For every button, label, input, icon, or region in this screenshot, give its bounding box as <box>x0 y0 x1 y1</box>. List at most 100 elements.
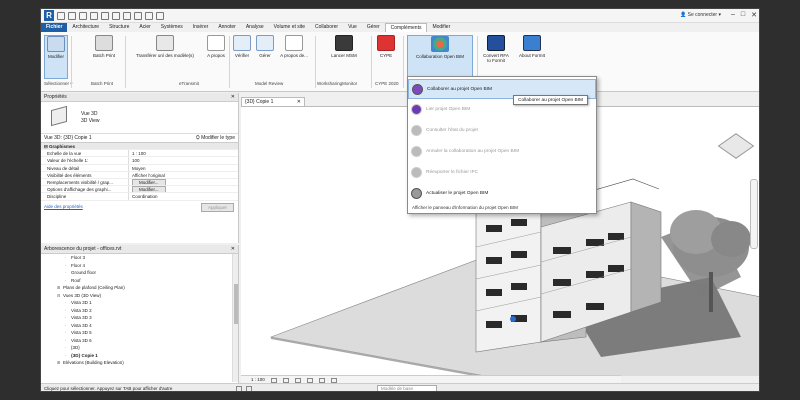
apply-button[interactable]: Appliquer <box>200 202 234 212</box>
batch-print-button[interactable]: Batch Print <box>89 35 119 58</box>
tree-item[interactable]: ⊞ Elévations (Building Elevation) <box>41 359 238 367</box>
sun-path-icon[interactable] <box>294 377 301 383</box>
redo-icon[interactable] <box>101 12 109 20</box>
undo-icon[interactable] <box>90 12 98 20</box>
tab-structure[interactable]: Structure <box>104 23 134 32</box>
worksets-icon[interactable] <box>236 386 242 391</box>
edit-type-button[interactable]: ⛭ Modifier le type <box>196 134 235 143</box>
tree-item[interactable]: · Ground floor <box>41 269 238 277</box>
panel-select[interactable]: Sélectionner ▾ <box>44 81 73 87</box>
transfer-models-button[interactable]: Transférer unì des modèle(s) <box>129 35 201 58</box>
tab-ins-rer[interactable]: Insérer <box>188 23 214 32</box>
instance-selector[interactable]: Vue 3D: {3D} Copie 1 ⛭ Modifier le type <box>41 134 238 143</box>
tab-annoter[interactable]: Annoter <box>213 23 241 32</box>
about-formit-button[interactable]: About FormIt <box>517 35 547 58</box>
tab-g-rer[interactable]: Gérer <box>362 23 385 32</box>
tab-acier[interactable]: Acier <box>134 23 155 32</box>
property-value[interactable]: Afficher l'original <box>129 172 238 178</box>
tree-item[interactable]: · Vista 3D 6 <box>41 337 238 345</box>
view-tab[interactable]: {3D} Copie 1 ✕ <box>241 97 305 106</box>
show-info-panel-item[interactable]: Afficher le panneau d'information du pro… <box>412 205 518 210</box>
tree-item[interactable]: · Vista 3D 4 <box>41 322 238 330</box>
convert-rfa-button[interactable]: Convert RFA to Formit <box>481 35 511 63</box>
close-icon[interactable]: ✕ <box>231 245 235 254</box>
verify-button[interactable]: Vérifier <box>231 35 253 58</box>
close-icon[interactable]: ✕ <box>751 11 757 19</box>
property-value[interactable]: Coordination <box>129 193 238 199</box>
property-row[interactable]: Visibilité des éléments Afficher l'origin… <box>41 171 238 179</box>
tab-architecture[interactable]: Architecture <box>67 23 104 32</box>
property-row[interactable]: Valeur de l'échelle 1: 100 <box>41 157 238 165</box>
design-options-icon[interactable] <box>246 386 252 391</box>
scroll-thumb[interactable] <box>234 284 238 324</box>
tab-collaborer[interactable]: Collaborer <box>310 23 343 32</box>
property-row[interactable]: Discipline Coordination <box>41 193 238 201</box>
lock-view-icon[interactable] <box>330 377 337 383</box>
save-icon[interactable] <box>68 12 76 20</box>
sign-in-label: Se connecter <box>687 12 718 18</box>
property-value[interactable]: 1 : 100 <box>129 150 238 156</box>
menu-item-5[interactable]: Actualiser le projet Open BIM <box>408 184 596 204</box>
cype-button[interactable]: CYPE <box>375 35 397 58</box>
property-value[interactable]: 100 <box>129 157 238 163</box>
modify-button[interactable]: Modifier <box>44 35 68 79</box>
tree-item[interactable]: · Vista 3D 1 <box>41 299 238 307</box>
tree-item[interactable]: · Vista 3D 5 <box>41 329 238 337</box>
text-icon[interactable] <box>134 12 142 20</box>
minimize-icon[interactable]: – <box>731 11 735 19</box>
property-row[interactable]: Options d'affichage des graphi... Modifie… <box>41 186 238 194</box>
tree-item[interactable]: · Roof <box>41 277 238 285</box>
tree-item[interactable]: · {3D} <box>41 344 238 352</box>
sign-in-link[interactable]: 👤 Se connecter ▾ <box>680 12 721 18</box>
property-value[interactable]: Moyen <box>129 165 238 171</box>
project-browser-scrollbar[interactable] <box>232 254 238 382</box>
tree-item[interactable]: ⊟ Vues 3D (3D View) <box>41 292 238 300</box>
open-icon[interactable] <box>57 12 65 20</box>
tab-vue[interactable]: Vue <box>343 23 362 32</box>
3d-view-icon[interactable] <box>145 12 153 20</box>
tree-item[interactable]: ⊞ Plans de plafond (Ceiling Plan) <box>41 284 238 292</box>
tab-volume-et-site[interactable]: Volume et site <box>269 23 310 32</box>
model-selector[interactable]: Modèle de base <box>377 385 437 391</box>
property-row[interactable]: Echelle de la vue 1 : 100 <box>41 150 238 158</box>
tab-analyse[interactable]: Analyse <box>241 23 269 32</box>
properties-help-link[interactable]: Aide des propriétés <box>44 204 83 209</box>
tab-compl-ments[interactable]: Compléments <box>384 23 428 32</box>
selection-marker[interactable] <box>510 316 516 322</box>
detail-level-icon[interactable] <box>270 377 277 383</box>
about-model-review-button[interactable]: A propos de... <box>277 35 311 58</box>
launch-msm-button[interactable]: Lancer MSM <box>327 35 361 58</box>
property-value[interactable]: Modifier... <box>129 178 238 186</box>
crop-view-icon[interactable] <box>318 377 325 383</box>
measure-icon[interactable] <box>123 12 131 20</box>
tab-syst-mes[interactable]: Systèmes <box>156 23 188 32</box>
tree-item[interactable]: · Vista 3D 3 <box>41 314 238 322</box>
type-selector[interactable]: Vue 3D 3D View <box>41 102 238 134</box>
visual-style-icon[interactable] <box>282 377 289 383</box>
open-bim-collaboration-button[interactable]: Collaboration Open BIM <box>407 35 473 79</box>
app-logo[interactable]: R <box>44 10 54 21</box>
print-icon[interactable] <box>112 12 120 20</box>
edit-property-button[interactable]: Modifier... <box>132 178 166 186</box>
tree-item[interactable]: · {3D} Copie 1 <box>41 352 238 360</box>
section-icon[interactable] <box>156 12 164 20</box>
panel-etransmit: eTransmit <box>179 81 199 86</box>
tree-item[interactable]: · Floor 4 <box>41 262 238 270</box>
navigation-bar[interactable] <box>750 179 758 249</box>
view-scale[interactable]: 1 : 100 <box>251 376 265 383</box>
sync-icon[interactable] <box>79 12 87 20</box>
edit-property-button[interactable]: Modifier... <box>132 186 166 193</box>
close-icon[interactable]: ✕ <box>231 93 235 102</box>
tree-item[interactable]: · Vista 3D 2 <box>41 307 238 315</box>
tab-modifier[interactable]: Modifier <box>427 23 455 32</box>
shadows-icon[interactable] <box>306 377 313 383</box>
manage-button[interactable]: Gérer <box>255 35 275 58</box>
property-row[interactable]: Niveau de détail Moyen <box>41 164 238 172</box>
manage-icon <box>256 35 274 51</box>
property-row[interactable]: Remplacements visibilité / grap... Modifi… <box>41 178 238 187</box>
tab-fichier[interactable]: Fichier <box>41 23 68 32</box>
property-value[interactable]: Modifier... <box>129 186 238 193</box>
about-etransmit-button[interactable]: A propos <box>203 35 229 58</box>
tree-item[interactable]: · Floor 3 <box>41 254 238 262</box>
maximize-icon[interactable]: □ <box>741 11 745 19</box>
